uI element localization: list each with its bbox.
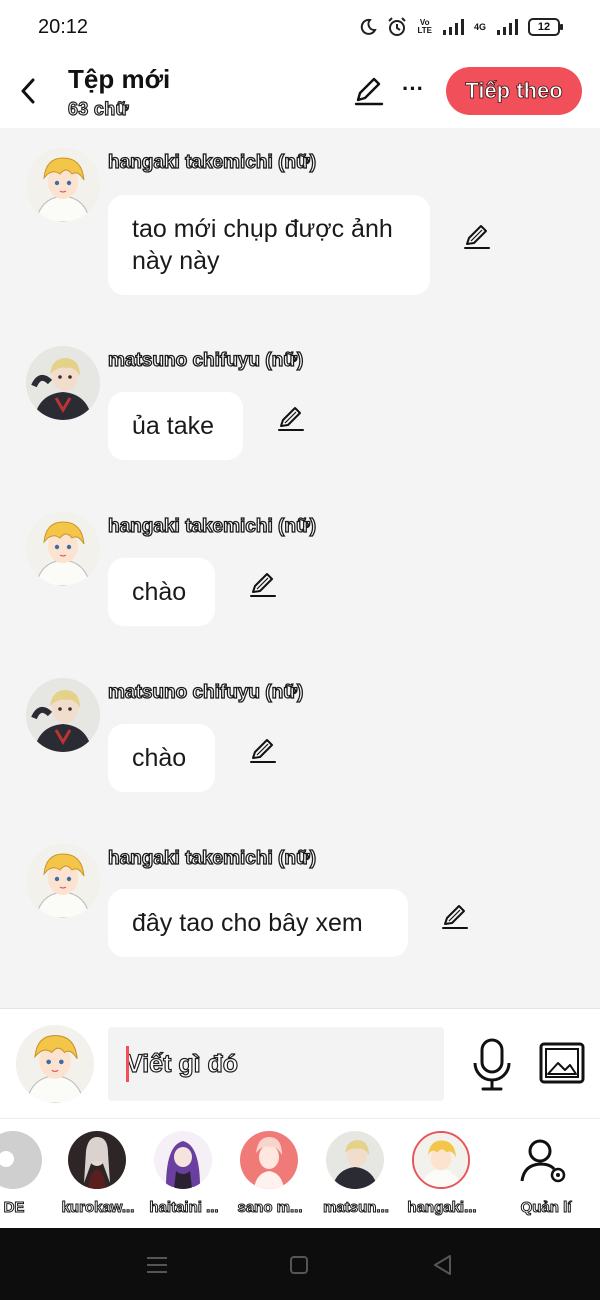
chevron-left-icon [21, 78, 35, 104]
character-avatar [68, 1131, 126, 1189]
signal-4g-icon [497, 19, 518, 35]
edit-message-button[interactable] [248, 570, 278, 600]
edit-message-button[interactable] [248, 736, 278, 766]
header: Tệp mới 63 chữ ··· Tiếp theo [0, 54, 600, 128]
system-nav-bar [0, 1228, 600, 1300]
character-label: matsun... [323, 1199, 390, 1216]
next-button[interactable]: Tiếp theo [446, 67, 582, 115]
image-button[interactable] [538, 1041, 586, 1087]
status-time: 20:12 [38, 16, 89, 38]
edit-message-button[interactable] [276, 404, 306, 434]
status-bar: 20:12 Vo LTE 4G 12 [0, 0, 600, 54]
message-bubble[interactable]: chào [108, 724, 215, 792]
pencil-icon [442, 905, 468, 929]
composer [0, 1008, 600, 1118]
text-caret [126, 1046, 129, 1082]
message-avatar[interactable] [26, 512, 100, 586]
system-back-button[interactable] [428, 1250, 458, 1280]
voice-button[interactable] [470, 1037, 514, 1093]
message-bubble[interactable]: tao mới chụp được ảnh này này [108, 195, 430, 295]
character-avatar [0, 1131, 42, 1189]
message-sender: hangaki takemichi (nữ) [107, 515, 317, 537]
status-icons: Vo LTE 4G 12 [359, 14, 563, 40]
triangle-back-icon [434, 1255, 451, 1275]
battery-level: 12 [537, 21, 551, 33]
manage-label: Quản lí [520, 1199, 572, 1216]
home-square-icon [290, 1256, 308, 1274]
image-icon [539, 1042, 585, 1084]
character-avatar [326, 1131, 384, 1189]
volte-icon: Vo LTE [417, 19, 432, 35]
character-item[interactable]: sano m... [234, 1131, 310, 1225]
word-count: 63 chữ [67, 98, 129, 119]
manage-user-icon [516, 1131, 574, 1189]
character-label: DE [3, 1199, 25, 1216]
character-item[interactable]: hangaki... [406, 1131, 482, 1225]
microphone-icon [473, 1038, 511, 1091]
menu-icon [147, 1257, 167, 1273]
character-avatar [412, 1131, 470, 1189]
message-sender: matsuno chifuyu (nữ) [107, 681, 304, 703]
message-sender: hangaki takemichi (nữ) [107, 847, 317, 869]
chat-area: hangaki takemichi (nữ) tao mới chụp được … [0, 128, 600, 1008]
signal-icon [442, 19, 464, 35]
pencil-icon [464, 225, 490, 249]
back-button[interactable] [14, 74, 42, 108]
message-avatar[interactable] [26, 148, 100, 222]
pencil-icon [278, 407, 304, 431]
home-button[interactable] [284, 1250, 314, 1280]
alarm-icon [388, 17, 407, 36]
page-title: Tệp mới [68, 64, 171, 94]
message-bubble[interactable]: ủa take [108, 392, 243, 460]
volte-line2: LTE [417, 26, 432, 35]
message-sender: hangaki takemichi (nữ) [107, 151, 317, 173]
moon-icon [361, 18, 378, 35]
character-label: kurokaw... [61, 1199, 135, 1216]
character-item[interactable]: matsun... [320, 1131, 396, 1225]
character-item[interactable]: kurokaw... [61, 1131, 138, 1225]
battery-icon: 12 [528, 18, 563, 36]
character-item[interactable]: DE [0, 1131, 54, 1225]
message-bubble[interactable]: chào [108, 558, 215, 626]
message-sender: matsuno chifuyu (nữ) [107, 349, 304, 371]
message-avatar[interactable] [26, 678, 100, 752]
character-avatar [240, 1131, 298, 1189]
edit-title-button[interactable] [352, 74, 386, 108]
character-bar: DE kurokaw... haitaini ... sano m... matsun.… [0, 1118, 600, 1228]
recent-apps-button[interactable] [142, 1250, 172, 1280]
pencil-icon [354, 77, 384, 106]
character-item[interactable]: haitaini ... [148, 1131, 224, 1225]
message-avatar[interactable] [26, 844, 100, 918]
more-options-button[interactable]: ··· [398, 76, 428, 106]
message-bubble[interactable]: đây tao cho bây xem [108, 889, 408, 957]
pencil-icon [250, 573, 276, 597]
edit-message-button[interactable] [462, 222, 492, 252]
character-avatar [154, 1131, 212, 1189]
edit-message-button[interactable] [440, 902, 470, 932]
manage-characters-button[interactable]: Quản lí [510, 1131, 586, 1225]
message-avatar[interactable] [26, 346, 100, 420]
character-label: hangaki... [407, 1199, 477, 1216]
message-input[interactable] [108, 1027, 444, 1101]
pencil-icon [250, 739, 276, 763]
character-label: haitaini ... [149, 1199, 219, 1216]
character-label: sano m... [237, 1199, 303, 1216]
current-speaker-avatar[interactable] [16, 1025, 94, 1103]
network-type: 4G [473, 22, 486, 32]
